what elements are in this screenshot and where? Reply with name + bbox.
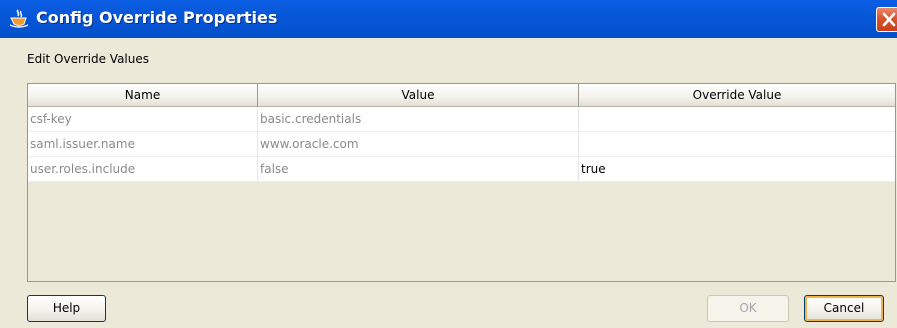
title-bar[interactable]: Config Override Properties	[0, 0, 897, 38]
cancel-button[interactable]: Cancel	[804, 295, 884, 322]
cell-override-value[interactable]	[579, 132, 895, 157]
table-header: Name Value Override Value	[28, 84, 895, 107]
column-header-value[interactable]: Value	[258, 84, 579, 107]
coffee-cup-icon	[9, 9, 29, 29]
cell-override-value[interactable]: true	[579, 157, 895, 182]
cell-value: false	[258, 157, 579, 182]
cell-override-value[interactable]	[579, 107, 895, 132]
close-icon	[882, 12, 896, 27]
column-header-name[interactable]: Name	[28, 84, 258, 107]
cell-name: saml.issuer.name	[28, 132, 258, 157]
cell-name: csf-key	[28, 107, 258, 132]
table-row[interactable]: csf-key basic.credentials	[28, 107, 895, 132]
cell-value: basic.credentials	[258, 107, 579, 132]
ok-button[interactable]: OK	[707, 295, 789, 322]
section-label: Edit Override Values	[27, 52, 149, 66]
table-row[interactable]: saml.issuer.name www.oracle.com	[28, 132, 895, 157]
column-header-override-value[interactable]: Override Value	[579, 84, 895, 107]
help-button[interactable]: Help	[27, 295, 106, 322]
cell-value: www.oracle.com	[258, 132, 579, 157]
override-values-table[interactable]: Name Value Override Value csf-key basic.…	[27, 83, 896, 282]
cell-name: user.roles.include	[28, 157, 258, 182]
table-row[interactable]: user.roles.include false true	[28, 157, 895, 182]
window-title: Config Override Properties	[36, 8, 278, 27]
close-button[interactable]	[876, 7, 897, 32]
table-body: csf-key basic.credentials saml.issuer.na…	[28, 107, 895, 182]
